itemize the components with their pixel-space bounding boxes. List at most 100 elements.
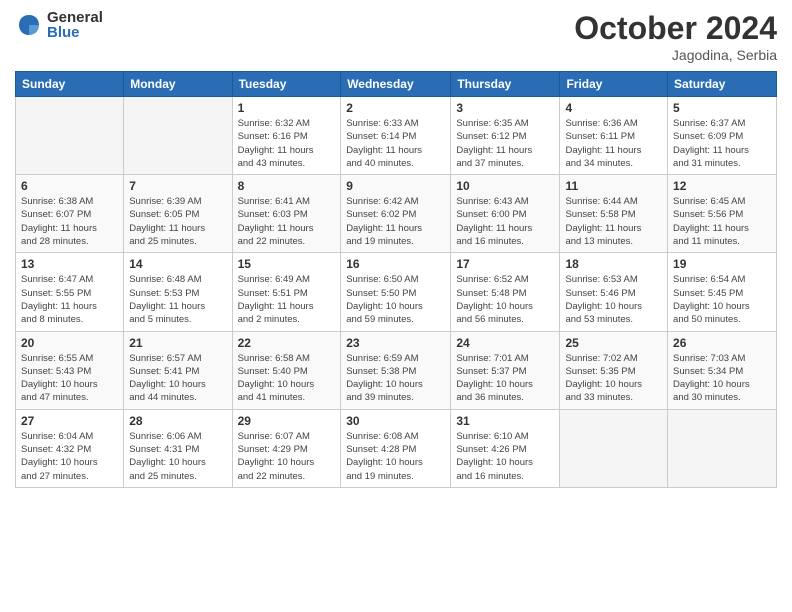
day-number: 9 (346, 179, 445, 193)
day-number: 29 (238, 414, 336, 428)
day-info: Sunrise: 6:55 AM Sunset: 5:43 PM Dayligh… (21, 352, 118, 405)
day-number: 16 (346, 257, 445, 271)
calendar-week-row: 1Sunrise: 6:32 AM Sunset: 6:16 PM Daylig… (16, 97, 777, 175)
day-number: 1 (238, 101, 336, 115)
day-number: 23 (346, 336, 445, 350)
day-number: 22 (238, 336, 336, 350)
day-info: Sunrise: 6:39 AM Sunset: 6:05 PM Dayligh… (129, 195, 226, 248)
calendar-cell (668, 409, 777, 487)
day-info: Sunrise: 6:04 AM Sunset: 4:32 PM Dayligh… (21, 430, 118, 483)
logo-text: General Blue (47, 10, 103, 40)
day-number: 5 (673, 101, 771, 115)
day-info: Sunrise: 6:49 AM Sunset: 5:51 PM Dayligh… (238, 273, 336, 326)
calendar-cell: 15 Sunrise: 6:49 AM Sunset: 5:51 PM Dayli… (232, 253, 341, 331)
day-info: Sunrise: 6:42 AM Sunset: 6:02 PM Dayligh… (346, 195, 445, 248)
calendar-cell: 3Sunrise: 6:35 AM Sunset: 6:12 PM Daylig… (451, 97, 560, 175)
calendar-cell: 17 Sunrise: 6:52 AM Sunset: 5:48 PM Dayli… (451, 253, 560, 331)
calendar-cell: 20 Sunrise: 6:55 AM Sunset: 5:43 PM Dayli… (16, 331, 124, 409)
weekday-header-wednesday: Wednesday (341, 72, 451, 97)
calendar-cell (16, 97, 124, 175)
calendar-cell: 24 Sunrise: 7:01 AM Sunset: 5:37 PM Dayli… (451, 331, 560, 409)
day-number: 28 (129, 414, 226, 428)
day-info: Sunrise: 6:06 AM Sunset: 4:31 PM Dayligh… (129, 430, 226, 483)
day-number: 14 (129, 257, 226, 271)
calendar-week-row: 27 Sunrise: 6:04 AM Sunset: 4:32 PM Dayli… (16, 409, 777, 487)
logo-general-text: General (47, 10, 103, 25)
calendar-cell: 4 Sunrise: 6:36 AM Sunset: 6:11 PM Daylig… (560, 97, 668, 175)
day-number: 21 (129, 336, 226, 350)
day-number: 11 (565, 179, 662, 193)
title-block: October 2024 Jagodina, Serbia (574, 10, 777, 63)
weekday-header-sunday: Sunday (16, 72, 124, 97)
calendar-week-row: 20 Sunrise: 6:55 AM Sunset: 5:43 PM Dayli… (16, 331, 777, 409)
calendar-week-row: 6 Sunrise: 6:38 AM Sunset: 6:07 PM Daylig… (16, 175, 777, 253)
calendar-cell: 13Sunrise: 6:47 AM Sunset: 5:55 PM Dayli… (16, 253, 124, 331)
logo-icon (15, 11, 43, 39)
day-number: 2 (346, 101, 445, 115)
day-info: Sunrise: 6:10 AM Sunset: 4:26 PM Dayligh… (456, 430, 554, 483)
calendar-cell: 12Sunrise: 6:45 AM Sunset: 5:56 PM Dayli… (668, 175, 777, 253)
calendar-cell (560, 409, 668, 487)
calendar-cell: 31 Sunrise: 6:10 AM Sunset: 4:26 PM Dayli… (451, 409, 560, 487)
page: General Blue October 2024 Jagodina, Serb… (0, 0, 792, 612)
day-info: Sunrise: 6:57 AM Sunset: 5:41 PM Dayligh… (129, 352, 226, 405)
calendar-location: Jagodina, Serbia (574, 47, 777, 63)
day-info: Sunrise: 6:53 AM Sunset: 5:46 PM Dayligh… (565, 273, 662, 326)
calendar-cell: 27 Sunrise: 6:04 AM Sunset: 4:32 PM Dayli… (16, 409, 124, 487)
calendar-cell: 19 Sunrise: 6:54 AM Sunset: 5:45 PM Dayli… (668, 253, 777, 331)
day-info: Sunrise: 6:38 AM Sunset: 6:07 PM Dayligh… (21, 195, 118, 248)
weekday-header-saturday: Saturday (668, 72, 777, 97)
calendar-cell: 1Sunrise: 6:32 AM Sunset: 6:16 PM Daylig… (232, 97, 341, 175)
day-info: Sunrise: 6:36 AM Sunset: 6:11 PM Dayligh… (565, 117, 662, 170)
calendar-cell: 22Sunrise: 6:58 AM Sunset: 5:40 PM Dayli… (232, 331, 341, 409)
calendar-cell: 9 Sunrise: 6:42 AM Sunset: 6:02 PM Daylig… (341, 175, 451, 253)
day-number: 30 (346, 414, 445, 428)
calendar-cell: 16 Sunrise: 6:50 AM Sunset: 5:50 PM Dayli… (341, 253, 451, 331)
day-number: 31 (456, 414, 554, 428)
day-info: Sunrise: 6:52 AM Sunset: 5:48 PM Dayligh… (456, 273, 554, 326)
day-info: Sunrise: 6:08 AM Sunset: 4:28 PM Dayligh… (346, 430, 445, 483)
weekday-header-monday: Monday (124, 72, 232, 97)
calendar-cell: 21 Sunrise: 6:57 AM Sunset: 5:41 PM Dayli… (124, 331, 232, 409)
day-number: 12 (673, 179, 771, 193)
day-number: 20 (21, 336, 118, 350)
logo: General Blue (15, 10, 103, 40)
weekday-header-friday: Friday (560, 72, 668, 97)
calendar-cell: 30 Sunrise: 6:08 AM Sunset: 4:28 PM Dayli… (341, 409, 451, 487)
day-info: Sunrise: 7:01 AM Sunset: 5:37 PM Dayligh… (456, 352, 554, 405)
day-info: Sunrise: 6:47 AM Sunset: 5:55 PM Dayligh… (21, 273, 118, 326)
day-info: Sunrise: 6:37 AM Sunset: 6:09 PM Dayligh… (673, 117, 771, 170)
calendar-cell: 23 Sunrise: 6:59 AM Sunset: 5:38 PM Dayli… (341, 331, 451, 409)
day-number: 27 (21, 414, 118, 428)
day-info: Sunrise: 6:48 AM Sunset: 5:53 PM Dayligh… (129, 273, 226, 326)
calendar-cell: 18 Sunrise: 6:53 AM Sunset: 5:46 PM Dayli… (560, 253, 668, 331)
calendar-cell: 14 Sunrise: 6:48 AM Sunset: 5:53 PM Dayli… (124, 253, 232, 331)
calendar-cell: 11Sunrise: 6:44 AM Sunset: 5:58 PM Dayli… (560, 175, 668, 253)
day-number: 17 (456, 257, 554, 271)
day-number: 15 (238, 257, 336, 271)
day-info: Sunrise: 6:50 AM Sunset: 5:50 PM Dayligh… (346, 273, 445, 326)
day-info: Sunrise: 6:35 AM Sunset: 6:12 PM Dayligh… (456, 117, 554, 170)
day-number: 10 (456, 179, 554, 193)
header: General Blue October 2024 Jagodina, Serb… (15, 10, 777, 63)
calendar-title: October 2024 (574, 10, 777, 47)
day-info: Sunrise: 6:33 AM Sunset: 6:14 PM Dayligh… (346, 117, 445, 170)
day-number: 24 (456, 336, 554, 350)
calendar-cell: 7 Sunrise: 6:39 AM Sunset: 6:05 PM Daylig… (124, 175, 232, 253)
calendar-cell: 5 Sunrise: 6:37 AM Sunset: 6:09 PM Daylig… (668, 97, 777, 175)
calendar-cell: 26Sunrise: 7:03 AM Sunset: 5:34 PM Dayli… (668, 331, 777, 409)
day-info: Sunrise: 7:02 AM Sunset: 5:35 PM Dayligh… (565, 352, 662, 405)
day-number: 6 (21, 179, 118, 193)
day-info: Sunrise: 6:41 AM Sunset: 6:03 PM Dayligh… (238, 195, 336, 248)
day-number: 18 (565, 257, 662, 271)
calendar-cell: 28 Sunrise: 6:06 AM Sunset: 4:31 PM Dayli… (124, 409, 232, 487)
calendar-cell: 10Sunrise: 6:43 AM Sunset: 6:00 PM Dayli… (451, 175, 560, 253)
day-info: Sunrise: 6:59 AM Sunset: 5:38 PM Dayligh… (346, 352, 445, 405)
day-number: 19 (673, 257, 771, 271)
day-info: Sunrise: 6:07 AM Sunset: 4:29 PM Dayligh… (238, 430, 336, 483)
day-info: Sunrise: 6:54 AM Sunset: 5:45 PM Dayligh… (673, 273, 771, 326)
logo-blue-text: Blue (47, 25, 103, 40)
day-info: Sunrise: 7:03 AM Sunset: 5:34 PM Dayligh… (673, 352, 771, 405)
day-number: 4 (565, 101, 662, 115)
day-number: 7 (129, 179, 226, 193)
